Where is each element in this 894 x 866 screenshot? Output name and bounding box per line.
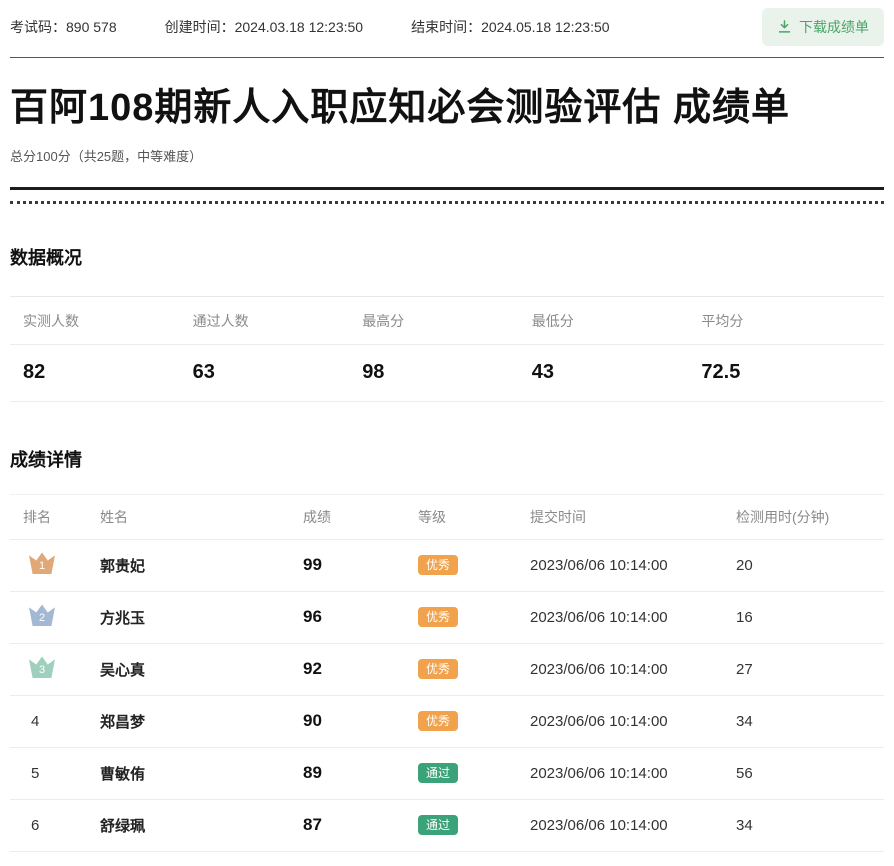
student-name: 曹敏侑 (100, 763, 303, 784)
score-value: 90 (303, 711, 418, 731)
student-name: 方兆玉 (100, 607, 303, 628)
overview-values-row: 82 63 98 43 72.5 (10, 345, 884, 402)
score-value: 99 (303, 555, 418, 575)
rank-cell: 6 (23, 817, 100, 834)
end-time: 结束时间：2024.05.18 12:23:50 (411, 17, 609, 37)
duration-value: 20 (736, 557, 871, 574)
grade-cell: 优秀 (418, 659, 530, 679)
created-time-label: 创建时间： (165, 19, 235, 35)
details-col-rank: 排名 (23, 507, 100, 527)
score-value: 96 (303, 607, 418, 627)
score-value: 89 (303, 763, 418, 783)
grade-badge: 通过 (418, 815, 458, 835)
details-col-name: 姓名 (100, 507, 303, 527)
separator-dotted (10, 201, 884, 204)
details-col-time: 提交时间 (530, 507, 736, 527)
overview-value-passed: 63 (193, 345, 363, 401)
grade-badge: 优秀 (418, 711, 458, 731)
rank-number: 2 (29, 612, 55, 624)
overview-value-lowest: 43 (532, 345, 702, 401)
submit-time: 2023/06/06 10:14:00 (530, 661, 736, 678)
overview-col-passed: 通过人数 (193, 297, 363, 344)
submit-time: 2023/06/06 10:14:00 (530, 557, 736, 574)
duration-value: 27 (736, 661, 871, 678)
overview-col-highest: 最高分 (362, 297, 532, 344)
rank-cell: 3 (23, 656, 100, 682)
overview-col-lowest: 最低分 (532, 297, 702, 344)
grade-cell: 通过 (418, 763, 530, 783)
score-value: 92 (303, 659, 418, 679)
exam-code: 考试码：890 578 (10, 17, 117, 37)
details-col-grade: 等级 (418, 507, 530, 527)
silver-crown-icon: 2 (29, 604, 55, 626)
rank-cell: 1 (23, 552, 100, 578)
overview-value-highest: 98 (362, 345, 532, 401)
rank-cell: 5 (23, 765, 100, 782)
overview-col-average: 平均分 (701, 297, 871, 344)
rank-number: 3 (29, 664, 55, 676)
overview-stats-table: 实测人数 通过人数 最高分 最低分 平均分 82 63 98 43 72.5 (10, 296, 884, 402)
title-block: 百阿108期新人入职应知必会测验评估 成绩单 总分100分（共25题，中等难度） (10, 58, 884, 187)
bronze-crown-icon: 3 (29, 656, 55, 678)
overview-col-tested: 实测人数 (23, 297, 193, 344)
submit-time: 2023/06/06 10:14:00 (530, 609, 736, 626)
score-report-page: 考试码：890 578 创建时间：2024.03.18 12:23:50 结束时… (0, 0, 894, 852)
student-name: 郑昌梦 (100, 711, 303, 732)
duration-value: 56 (736, 765, 871, 782)
separator-solid (10, 187, 884, 190)
submit-time: 2023/06/06 10:14:00 (530, 817, 736, 834)
rank-cell: 2 (23, 604, 100, 630)
download-button-label: 下载成绩单 (799, 17, 869, 37)
top-meta-bar: 考试码：890 578 创建时间：2024.03.18 12:23:50 结束时… (10, 0, 884, 58)
student-name: 吴心真 (100, 659, 303, 680)
grade-badge: 通过 (418, 763, 458, 783)
overview-header-row: 实测人数 通过人数 最高分 最低分 平均分 (10, 297, 884, 345)
page-title: 百阿108期新人入职应知必会测验评估 成绩单 (10, 86, 884, 132)
student-name: 舒绿珮 (100, 815, 303, 836)
duration-value: 34 (736, 713, 871, 730)
table-row: 3 吴心真 92 优秀 2023/06/06 10:14:00 27 (10, 644, 884, 696)
rank-cell: 4 (23, 713, 100, 730)
table-row: 5 曹敏侑 89 通过 2023/06/06 10:14:00 56 (10, 748, 884, 800)
grade-badge: 优秀 (418, 555, 458, 575)
grade-cell: 优秀 (418, 607, 530, 627)
end-time-value: 2024.05.18 12:23:50 (481, 19, 609, 35)
table-row: 2 方兆玉 96 优秀 2023/06/06 10:14:00 16 (10, 592, 884, 644)
overview-heading: 数据概况 (10, 244, 884, 270)
exam-code-value: 890 578 (66, 19, 117, 35)
created-time-value: 2024.03.18 12:23:50 (235, 19, 363, 35)
grade-cell: 优秀 (418, 555, 530, 575)
submit-time: 2023/06/06 10:14:00 (530, 765, 736, 782)
gold-crown-icon: 1 (29, 552, 55, 574)
grade-badge: 优秀 (418, 607, 458, 627)
overview-value-tested: 82 (23, 345, 193, 401)
details-col-score: 成绩 (303, 507, 418, 527)
end-time-label: 结束时间： (411, 19, 481, 35)
duration-value: 16 (736, 609, 871, 626)
grade-cell: 优秀 (418, 711, 530, 731)
overview-value-average: 72.5 (701, 345, 871, 401)
rank-number: 1 (29, 560, 55, 572)
details-header-row: 排名 姓名 成绩 等级 提交时间 检测用时(分钟) (10, 495, 884, 540)
table-row: 1 郭贵妃 99 优秀 2023/06/06 10:14:00 20 (10, 540, 884, 592)
download-icon (777, 19, 792, 34)
download-report-button[interactable]: 下载成绩单 (762, 8, 884, 46)
created-time: 创建时间：2024.03.18 12:23:50 (165, 17, 363, 37)
student-name: 郭贵妃 (100, 555, 303, 576)
submit-time: 2023/06/06 10:14:00 (530, 713, 736, 730)
score-value: 87 (303, 815, 418, 835)
details-heading: 成绩详情 (10, 446, 884, 472)
table-row: 6 舒绿珮 87 通过 2023/06/06 10:14:00 34 (10, 800, 884, 852)
grade-badge: 优秀 (418, 659, 458, 679)
table-row: 4 郑昌梦 90 优秀 2023/06/06 10:14:00 34 (10, 696, 884, 748)
details-col-duration: 检测用时(分钟) (736, 507, 871, 527)
grade-cell: 通过 (418, 815, 530, 835)
page-subtitle: 总分100分（共25题，中等难度） (10, 146, 884, 165)
exam-code-label: 考试码： (10, 19, 66, 35)
score-details-table: 排名 姓名 成绩 等级 提交时间 检测用时(分钟) 1 郭贵妃 99 优秀 20… (10, 494, 884, 852)
duration-value: 34 (736, 817, 871, 834)
